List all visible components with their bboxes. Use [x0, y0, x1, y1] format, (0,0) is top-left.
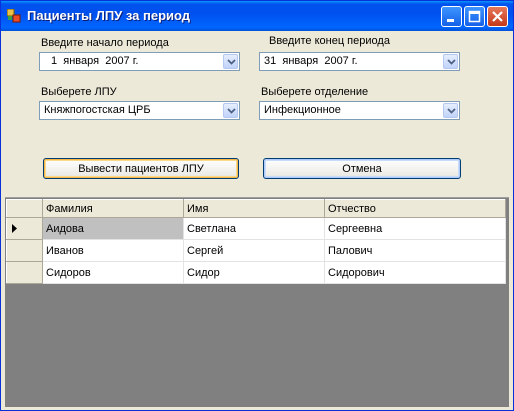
cell-lastname[interactable]: Аидова: [42, 217, 184, 240]
column-header-patronymic[interactable]: Отчество: [324, 199, 506, 218]
cell-firstname[interactable]: Светлана: [183, 217, 325, 240]
end-date-dropdown-button[interactable]: [443, 54, 458, 69]
cell-firstname[interactable]: Сергей: [183, 239, 325, 262]
cell-firstname[interactable]: Сидор: [183, 261, 325, 284]
patients-table: Фамилия Имя Отчество Аидова Светлана Сер…: [6, 199, 506, 284]
minimize-button[interactable]: [441, 6, 462, 27]
cell-patronymic[interactable]: Сидорович: [324, 261, 506, 284]
lpu-dropdown-button[interactable]: [223, 103, 238, 118]
department-value: Инфекционное: [264, 104, 341, 116]
department-dropdown-button[interactable]: [443, 103, 458, 118]
chevron-down-icon: [227, 59, 236, 65]
close-button[interactable]: [487, 6, 508, 27]
chevron-down-icon: [447, 59, 456, 65]
start-date-label: Введите начало периода: [41, 37, 169, 49]
minimize-icon: [447, 19, 454, 22]
end-year[interactable]: 2007 г.: [324, 55, 357, 67]
table-row[interactable]: Иванов Сергей Палович: [6, 239, 506, 262]
chevron-down-icon: [447, 108, 456, 114]
end-date-label: Введите конец периода: [269, 35, 390, 47]
end-day[interactable]: 31: [264, 55, 276, 67]
maximize-icon: [468, 10, 481, 23]
patients-grid[interactable]: Фамилия Имя Отчество Аидова Светлана Сер…: [5, 197, 509, 407]
cell-lastname[interactable]: Сидоров: [42, 261, 184, 284]
department-select[interactable]: Инфекционное: [259, 101, 460, 120]
title-bar[interactable]: Пациенты ЛПУ за период: [1, 1, 513, 31]
cell-patronymic[interactable]: Сергеевна: [324, 217, 506, 240]
end-date-picker[interactable]: 31 января 2007 г.: [259, 52, 460, 71]
lpu-label: Выберете ЛПУ: [41, 86, 117, 98]
chevron-down-icon: [227, 108, 236, 114]
cell-lastname[interactable]: Иванов: [42, 239, 184, 262]
end-month[interactable]: января: [282, 55, 318, 67]
window-title: Пациенты ЛПУ за период: [27, 8, 191, 23]
lpu-value: Княжпогостская ЦРБ: [44, 104, 151, 116]
column-header-lastname[interactable]: Фамилия: [42, 199, 184, 218]
table-row[interactable]: Аидова Светлана Сергеевна: [6, 217, 506, 240]
client-area: Введите начало периода 1 января 2007 г. …: [5, 31, 509, 407]
main-window: Пациенты ЛПУ за период Введите начало пе…: [0, 0, 514, 411]
start-day[interactable]: 1: [51, 55, 57, 67]
start-date-dropdown-button[interactable]: [223, 54, 238, 69]
app-icon[interactable]: [6, 8, 21, 23]
row-header[interactable]: [6, 261, 43, 284]
current-row-arrow-icon: [12, 224, 17, 233]
cell-patronymic[interactable]: Палович: [324, 239, 506, 262]
column-header-firstname[interactable]: Имя: [183, 199, 325, 218]
row-header[interactable]: [6, 239, 43, 262]
start-date-picker[interactable]: 1 января 2007 г.: [39, 52, 240, 71]
department-label: Выберете отделение: [261, 86, 369, 98]
table-row[interactable]: Сидоров Сидор Сидорович: [6, 261, 506, 284]
start-year[interactable]: 2007 г.: [105, 55, 138, 67]
close-icon: [492, 11, 503, 22]
cancel-button[interactable]: Отмена: [263, 158, 461, 179]
row-header-corner[interactable]: [6, 199, 43, 218]
lpu-select[interactable]: Княжпогостская ЦРБ: [39, 101, 240, 120]
start-month[interactable]: января: [63, 55, 99, 67]
show-patients-button[interactable]: Вывести пациентов ЛПУ: [43, 158, 239, 179]
grid-header-row: Фамилия Имя Отчество: [6, 199, 506, 218]
maximize-button[interactable]: [464, 6, 485, 27]
row-header[interactable]: [6, 217, 43, 240]
